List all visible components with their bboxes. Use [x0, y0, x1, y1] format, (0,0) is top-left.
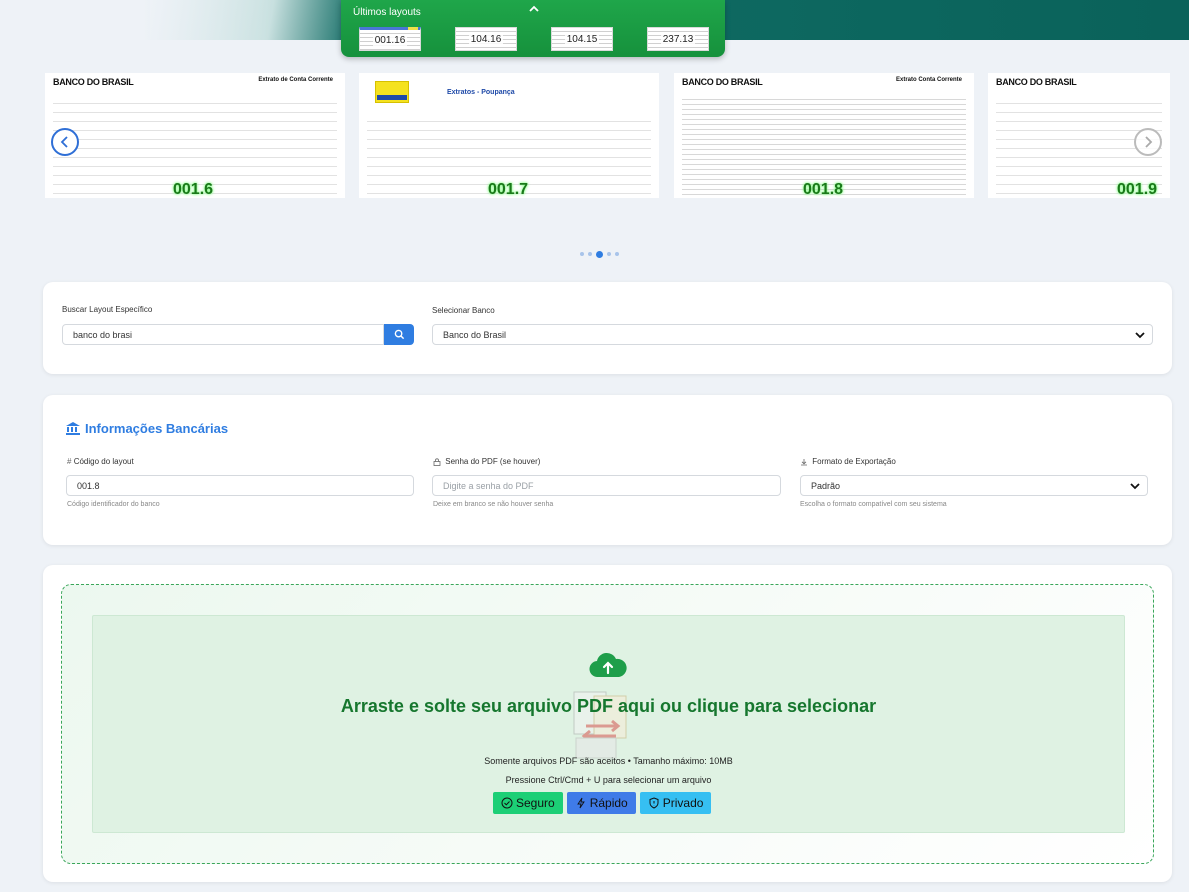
carousel-slide[interactable]: BANCO DO BRASIL Extrato Conta Corrente 0… [674, 73, 974, 198]
code-label-text: Código do layout [73, 457, 134, 466]
carousel-prev-button[interactable] [51, 128, 79, 156]
layout-search-card: Buscar Layout Específico banco do brasi … [43, 282, 1172, 374]
bank-info-card: Informações Bancárias # Código do layout… [43, 395, 1172, 545]
pagination-dot[interactable] [580, 252, 584, 256]
section-title: Informações Bancárias [65, 420, 228, 436]
bank-select-value: Banco do Brasil [443, 329, 507, 340]
layout-code-input[interactable]: 001.8 [66, 475, 414, 496]
format-hint: Escolha o formato compatível com seu sis… [800, 501, 947, 508]
code-hint: Código identificador do banco [67, 501, 160, 508]
secure-badge: Seguro [493, 792, 563, 814]
dropzone-inner[interactable]: Arraste e solte seu arquivo PDF aqui ou … [92, 615, 1125, 833]
recent-layout-thumb[interactable]: 237.13 [647, 27, 709, 51]
shortcut-hint: Pressione Ctrl/Cmd + U para selecionar u… [505, 775, 712, 785]
layout-carousel: BANCO DO BRASIL Extrato de Conta Corrent… [0, 73, 1189, 198]
fast-badge: Rápido [566, 792, 636, 814]
search-button[interactable] [384, 324, 414, 345]
dropzone-title: Arraste e solte seu arquivo PDF aqui ou … [340, 696, 877, 716]
recent-layout-code: 104.15 [564, 33, 600, 45]
fast-badge-label: Rápido [589, 796, 628, 810]
check-circle-icon [501, 797, 513, 809]
slide-code: 001.7 [488, 181, 529, 198]
slide-code: 001.8 [803, 181, 844, 198]
bank-select-label: Selecionar Banco [432, 306, 495, 315]
hash-icon: # [67, 457, 72, 466]
format-label: Formato de Exportação [800, 457, 896, 466]
slide-doc-title: Extrato de Conta Corrente [258, 77, 333, 83]
password-label: Senha do PDF (se houver) [433, 457, 540, 466]
search-label: Buscar Layout Específico [62, 305, 153, 314]
private-badge-label: Privado [662, 796, 704, 810]
carousel-next-button[interactable] [1134, 128, 1162, 156]
chevron-up-icon[interactable] [527, 3, 541, 17]
search-icon [394, 329, 404, 340]
password-hint: Deixe em branco se não houver senha [433, 501, 554, 508]
bank-icon [66, 422, 80, 435]
recent-layout-thumb[interactable]: 104.16 [455, 27, 517, 51]
carousel-pagination [580, 250, 619, 258]
pdf-password-input[interactable]: Digite a senha do PDF [432, 475, 781, 496]
pagination-dot[interactable] [607, 252, 611, 256]
lightning-icon [576, 797, 585, 809]
layout-search-input[interactable]: banco do brasi [62, 324, 384, 345]
private-badge: Privado [639, 792, 712, 814]
section-title-text: Informações Bancárias [85, 420, 229, 436]
slide-code: 001.6 [173, 181, 214, 198]
bank-select[interactable]: Banco do Brasil [432, 324, 1153, 345]
pdf-dropzone[interactable]: Arraste e solte seu arquivo PDF aqui ou … [61, 584, 1154, 864]
recent-layout-thumb[interactable]: 001.16 [359, 27, 421, 51]
chevron-right-icon [1145, 136, 1153, 148]
slide-code: 001.9 [1117, 181, 1158, 198]
recent-layout-thumb[interactable]: 104.15 [551, 27, 613, 51]
pagination-dot[interactable] [588, 252, 592, 256]
recent-layout-code: 001.16 [372, 34, 408, 46]
feature-badges: Seguro Rápido Privado [493, 792, 712, 814]
carousel-slide[interactable]: Extratos - Poupança 001.7 [359, 73, 659, 198]
password-label-text: Senha do PDF (se houver) [445, 457, 541, 466]
slide-doc-title: Extrato Conta Corrente [895, 77, 962, 83]
pagination-dot-active[interactable] [596, 250, 603, 258]
chevron-down-icon [1130, 483, 1140, 490]
recent-layout-code: 237.13 [660, 33, 696, 45]
recent-layouts-panel: Últimos layouts 001.16 104.16 104.15 237… [341, 0, 725, 57]
chevron-down-icon [1135, 332, 1145, 339]
bank-logo: BANCO DO BRASIL [996, 77, 1077, 87]
recent-layouts-title: Últimos layouts [353, 7, 421, 18]
export-format-value: Padrão [811, 480, 841, 491]
carousel-slide[interactable]: BANCO DO BRASIL Extrato de Conta Corrent… [45, 73, 345, 198]
bank-logo: BANCO DO BRASIL [53, 77, 134, 87]
chevron-left-icon [60, 136, 68, 148]
export-format-select[interactable]: Padrão [800, 475, 1148, 496]
header-fade [150, 0, 350, 40]
shield-icon [649, 797, 659, 809]
format-label-text: Formato de Exportação [812, 457, 896, 466]
pagination-dot[interactable] [615, 252, 619, 256]
upload-card: Arraste e solte seu arquivo PDF aqui ou … [43, 565, 1172, 882]
secure-badge-label: Seguro [516, 796, 555, 810]
recent-layout-code: 104.16 [468, 33, 504, 45]
slide-doc-title: Extratos - Poupança [447, 89, 515, 96]
code-label: # Código do layout [67, 457, 134, 466]
upload-info-text: Somente arquivos PDF são aceitos • Taman… [484, 756, 733, 766]
cloud-upload-icon [589, 652, 627, 678]
download-icon [801, 458, 807, 466]
bank-logo [375, 81, 409, 103]
bank-logo: BANCO DO BRASIL [682, 77, 763, 87]
lock-icon [433, 458, 441, 466]
